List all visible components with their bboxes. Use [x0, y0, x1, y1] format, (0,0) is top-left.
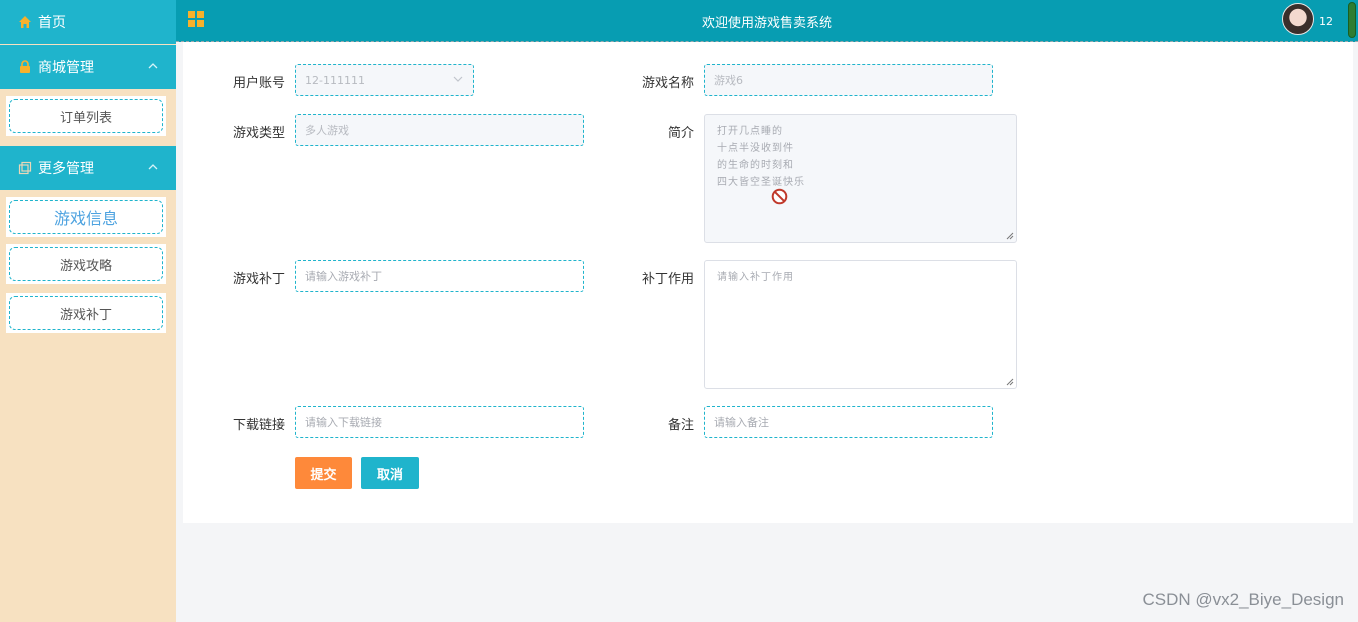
- sidebar-item-label: 游戏攻略: [9, 247, 163, 281]
- sidebar-group-mall[interactable]: 商城管理: [0, 45, 176, 89]
- sidebar-home-label: 首页: [38, 15, 66, 31]
- intro-line: 四大皆空圣诞快乐: [717, 177, 805, 188]
- sidebar: 首页 商城管理 订单列表 更多管理 游戏信息 游戏攻略 游戏补丁: [0, 0, 176, 622]
- sidebar-item-game-guide[interactable]: 游戏攻略: [6, 244, 166, 284]
- chevron-up-icon: [148, 164, 158, 170]
- user-account-value: 12-111111: [305, 73, 365, 87]
- chevron-up-icon: [148, 63, 158, 69]
- game-type-field[interactable]: 多人游戏: [295, 114, 584, 146]
- app-title: 欢迎使用游戏售卖系统: [701, 16, 832, 31]
- download-label: 下载链接: [232, 418, 285, 433]
- sidebar-group-more[interactable]: 更多管理: [0, 146, 176, 190]
- intro-label: 简介: [667, 126, 694, 141]
- game-name-value: 游戏6: [714, 74, 743, 87]
- patch-label: 游戏补丁: [232, 272, 285, 287]
- copy-icon: [18, 161, 32, 175]
- sidebar-item-label: 游戏信息: [9, 200, 163, 234]
- resize-handle-icon[interactable]: [1006, 232, 1014, 240]
- avatar[interactable]: [1282, 3, 1314, 35]
- scroll-handle[interactable]: [1348, 2, 1356, 38]
- game-name-label: 游戏名称: [641, 76, 694, 91]
- form-card: 用户账号 12-111111 游戏名称 游戏6 游戏类型 多人游戏 简介 打开几…: [183, 42, 1353, 523]
- sidebar-group-more-label: 更多管理: [38, 161, 94, 177]
- sidebar-item-game-patch[interactable]: 游戏补丁: [6, 293, 166, 333]
- patch-effect-textarea[interactable]: 请输入补丁作用: [704, 260, 1017, 389]
- sidebar-item-label: 订单列表: [9, 99, 163, 133]
- intro-line: 的生命的时刻和: [717, 160, 794, 171]
- patch-field[interactable]: 请输入游戏补丁: [295, 260, 584, 292]
- intro-line: 十点半没收到件: [717, 143, 794, 154]
- sidebar-home[interactable]: 首页: [0, 0, 176, 44]
- user-account-label: 用户账号: [232, 76, 285, 91]
- patch-effect-label: 补丁作用: [641, 272, 694, 287]
- lock-icon: [20, 60, 30, 73]
- not-allowed-cursor-icon: [771, 188, 788, 205]
- top-header: 欢迎使用游戏售卖系统 12: [176, 0, 1358, 42]
- patch-effect-placeholder: 请输入补丁作用: [717, 272, 794, 283]
- home-icon: [19, 16, 31, 28]
- download-field[interactable]: 请输入下载链接: [295, 406, 584, 438]
- remark-field[interactable]: 请输入备注: [704, 406, 993, 438]
- cancel-button[interactable]: 取消: [361, 457, 419, 489]
- user-number: 12: [1319, 15, 1333, 28]
- game-name-field[interactable]: 游戏6: [704, 64, 993, 96]
- sidebar-group-mall-label: 商城管理: [38, 60, 94, 76]
- user-account-select[interactable]: 12-111111: [295, 64, 474, 96]
- sidebar-item-game-info[interactable]: 游戏信息: [6, 197, 166, 237]
- watermark: CSDN @vx2_Biye_Design: [1142, 590, 1344, 609]
- resize-handle-icon[interactable]: [1006, 378, 1014, 386]
- sidebar-item-label: 游戏补丁: [9, 296, 163, 330]
- remark-label: 备注: [667, 418, 694, 433]
- patch-placeholder: 请输入游戏补丁: [305, 270, 382, 283]
- remark-placeholder: 请输入备注: [714, 416, 769, 429]
- intro-line: 打开几点睡的: [717, 126, 783, 137]
- chevron-down-icon: [453, 76, 463, 82]
- submit-button[interactable]: 提交: [295, 457, 352, 489]
- intro-textarea[interactable]: 打开几点睡的 十点半没收到件 的生命的时刻和 四大皆空圣诞快乐: [704, 114, 1017, 243]
- sidebar-item-order-list[interactable]: 订单列表: [6, 96, 166, 136]
- game-type-label: 游戏类型: [232, 126, 285, 141]
- download-placeholder: 请输入下载链接: [305, 416, 382, 429]
- game-type-value: 多人游戏: [305, 124, 349, 137]
